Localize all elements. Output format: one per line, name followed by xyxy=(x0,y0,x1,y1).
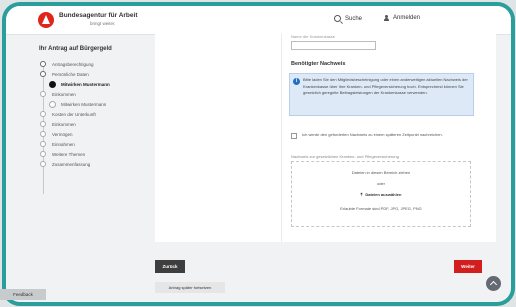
submit-later-label: Ich werde den geforderten Nachweis zu ei… xyxy=(302,132,443,137)
step-item[interactable]: Zusammenfassung xyxy=(40,159,110,169)
top-text-input[interactable] xyxy=(291,41,376,50)
select-files-button[interactable]: ⤒ Dateien auswählen xyxy=(292,192,470,197)
ba-logo-icon[interactable] xyxy=(38,12,54,28)
upload-icon: ⤒ xyxy=(360,192,363,197)
step-item[interactable]: Einkommen xyxy=(40,119,110,129)
step-indicator-icon xyxy=(40,131,46,137)
logo-subtitle: bringt weiter. xyxy=(90,21,116,26)
step-label: Zusammenfassung xyxy=(52,161,91,167)
step-label: Mitwirken Mustermann xyxy=(61,101,107,107)
back-button[interactable]: Zurück xyxy=(155,260,185,273)
step-item[interactable]: Mitwirken Mustermann xyxy=(40,99,110,109)
step-item[interactable]: Weitere Themen xyxy=(40,149,110,159)
step-indicator-icon xyxy=(40,91,46,97)
step-label: Mitwirken Mustermann xyxy=(61,81,110,87)
column-divider xyxy=(281,34,282,242)
info-text: Bitte laden Sie den Mitgliedsbescheinigu… xyxy=(303,77,468,95)
scroll-to-top-icon[interactable] xyxy=(486,276,501,291)
search-button[interactable]: Suche xyxy=(334,15,362,22)
dropzone-or: oder xyxy=(376,181,385,186)
site-header: Bundesagentur für Arbeit bringt weiter. … xyxy=(6,6,511,35)
step-indicator-icon xyxy=(49,100,56,108)
select-files-label: Dateien auswählen xyxy=(365,192,402,197)
section-heading: Benötigter Nachweis xyxy=(291,61,346,67)
step-item[interactable]: Antragsberechtigung xyxy=(40,59,110,69)
step-indicator-icon xyxy=(40,71,46,77)
step-item[interactable]: Einnahmen xyxy=(40,139,110,149)
info-notice: i Bitte laden Sie den Mitgliedsbescheini… xyxy=(289,73,474,116)
step-item[interactable]: Vermögen xyxy=(40,129,110,139)
allowed-formats: Erlaubte Formate sind PDF, JPG, JPEG, PN… xyxy=(340,206,422,211)
step-indicator-icon xyxy=(40,151,46,157)
upload-field-label: Nachweis zur gesetzlichen Kranken- und P… xyxy=(291,154,399,159)
step-indicator-icon xyxy=(40,141,46,147)
submit-later-option[interactable]: Ich werde den geforderten Nachweis zu ei… xyxy=(291,132,471,139)
search-label: Suche xyxy=(345,15,363,22)
login-button[interactable]: Anmelden xyxy=(384,15,420,21)
step-label: Einkommen xyxy=(52,91,76,97)
submit-later-checkbox[interactable] xyxy=(291,133,297,139)
dropzone-hint: Dateien in diesen Bereich ziehen xyxy=(351,170,411,175)
save-continue-later-button[interactable]: Antrag später fortsetzen xyxy=(155,282,225,293)
step-label: Vermögen xyxy=(52,131,73,137)
step-item-active[interactable]: Mitwirken Mustermann xyxy=(40,79,110,89)
step-list: Antragsberechtigung Persönliche Daten Mi… xyxy=(40,59,110,194)
logo-title: Bundesagentur für Arbeit xyxy=(59,12,138,19)
user-icon xyxy=(384,15,389,21)
step-indicator-icon xyxy=(40,61,46,67)
step-indicator-icon xyxy=(40,161,46,167)
info-icon: i xyxy=(293,78,300,85)
login-label: Anmelden xyxy=(393,15,421,21)
step-label: Antragsberechtigung xyxy=(52,61,94,67)
step-item[interactable]: Persönliche Daten xyxy=(40,69,110,79)
form-card: Name der Krankenkasse Benötigter Nachwei… xyxy=(155,34,496,242)
step-indicator-icon xyxy=(49,80,56,88)
feedback-tab[interactable]: Feedback xyxy=(0,289,46,300)
sidebar-title: Ihr Antrag auf Bürgergeld xyxy=(39,46,112,52)
step-label: Kosten der Unterkunft xyxy=(52,111,96,117)
step-indicator-icon xyxy=(40,121,46,127)
step-label: Einnahmen xyxy=(52,141,75,147)
step-label: Weitere Themen xyxy=(52,151,86,157)
step-indicator-icon xyxy=(40,111,46,117)
step-label: Persönliche Daten xyxy=(52,71,89,77)
file-dropzone[interactable]: Dateien in diesen Bereich ziehen oder ⤒ D… xyxy=(291,161,471,227)
app-frame: Bundesagentur für Arbeit bringt weiter. … xyxy=(2,2,515,306)
step-item[interactable]: Einkommen xyxy=(40,89,110,99)
step-label: Einkommen xyxy=(52,121,76,127)
step-item[interactable]: Kosten der Unterkunft xyxy=(40,109,110,119)
search-icon xyxy=(334,15,341,22)
step-sidebar: Ihr Antrag auf Bürgergeld Antragsberecht… xyxy=(6,34,152,302)
top-field-label: Name der Krankenkasse xyxy=(291,34,336,39)
next-button[interactable]: Weiter xyxy=(454,260,482,273)
